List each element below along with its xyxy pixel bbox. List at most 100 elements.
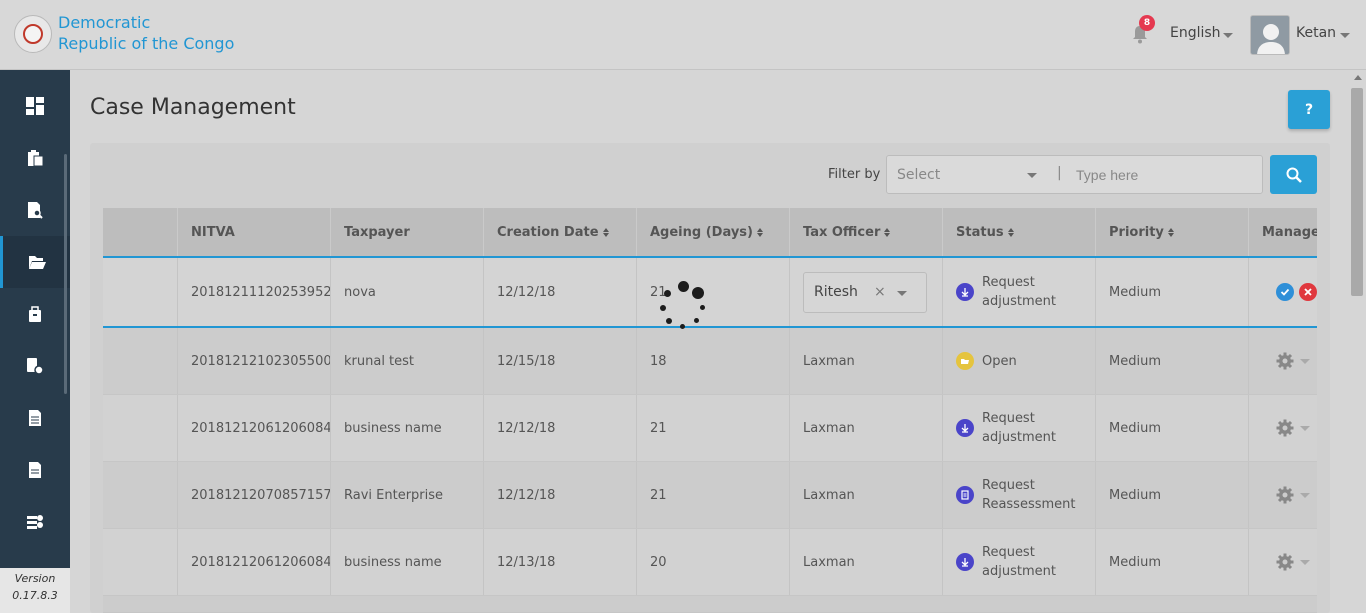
chevron-down-icon[interactable] [1300,559,1310,565]
column-label: Ageing (Days) [650,224,753,240]
avatar[interactable] [1250,15,1290,55]
column-status[interactable]: Status [942,208,1095,256]
cell-status: Request Reassessment [942,462,1082,528]
sidebar-item-document[interactable] [0,444,70,496]
status-text: Request adjustment [982,411,1056,445]
status-text: Request adjustment [982,275,1056,309]
manage-menu[interactable] [1262,486,1310,504]
gear-icon[interactable] [1276,352,1294,370]
table-row[interactable]: 20181212061206084 business name 12/13/18… [103,529,1317,596]
sort-icon[interactable] [757,228,764,237]
chevron-down-icon[interactable] [1300,358,1310,364]
sidebar-item-briefcase[interactable] [0,288,70,340]
database-user-icon [27,515,43,529]
sidebar-item-document-search[interactable] [0,184,70,236]
version-info: Version 0.17.8.3 [0,568,70,613]
column-ageing[interactable]: Ageing (Days) [636,208,789,256]
cell-priority: Medium [1095,395,1161,461]
chevron-down-icon[interactable] [1223,33,1233,38]
column-tax-officer[interactable]: Tax Officer [789,208,942,256]
column-manage: Manage [1248,208,1317,256]
sidebar-item-dashboard[interactable] [0,80,70,132]
table-row[interactable] [103,596,1317,613]
manage-menu[interactable] [1262,352,1310,370]
sidebar-item-database[interactable] [0,496,70,548]
table-header: NITVA Taxpayer Creation Date Ageing (Day… [103,208,1317,256]
chevron-down-icon[interactable] [1340,33,1350,38]
notification-badge: 8 [1139,15,1155,31]
cell-ageing: 21 [636,395,667,461]
filter-label: Filter by [828,167,881,182]
clipboard-icon [28,150,44,167]
manage-menu[interactable] [1262,419,1310,437]
cell-status: Request adjustment [942,529,1072,595]
scroll-up-icon[interactable] [1354,75,1362,80]
request-reassessment-icon [956,486,974,504]
cell-priority: Medium [1095,328,1161,394]
version-label: Version [14,572,56,585]
folder-open-icon [28,256,46,269]
column-taxpayer[interactable]: Taxpayer [330,208,483,256]
cell-nitva: 20181212061206084 [177,529,332,595]
dashboard-icon [26,97,44,115]
report-icon [29,410,41,426]
search-icon [1286,167,1302,183]
gear-icon[interactable] [1276,419,1294,437]
clear-icon[interactable]: × [874,284,886,300]
sort-icon[interactable] [603,228,610,237]
cell-manage [1248,258,1317,326]
cell-taxpayer: krunal test [330,328,414,394]
officer-select[interactable]: Ritesh × [803,271,927,313]
cell-nitva: 20181211120253952 [177,258,332,326]
filter-select[interactable]: Select [897,167,940,183]
cell-status: Open [942,328,1017,394]
table-row[interactable]: 20181212102305500 krunal test 12/15/18 1… [103,328,1317,395]
chevron-down-icon[interactable] [1027,173,1037,178]
top-header: Democratic Republic of the Congo 8 Engli… [0,0,1366,70]
sidebar-item-case-management[interactable] [0,236,70,288]
document-icon [29,462,41,478]
cell-manage [1248,462,1310,528]
user-silhouette-icon [1251,16,1289,54]
language-selector[interactable]: English [1170,25,1221,41]
cancel-icon[interactable] [1299,283,1317,301]
scrollbar-thumb[interactable] [1351,88,1363,296]
column-nitva[interactable]: NITVA [177,208,330,256]
chevron-down-icon[interactable] [897,290,907,296]
sort-icon[interactable] [1168,228,1175,237]
sidebar-item-report[interactable] [0,392,70,444]
search-input[interactable] [1076,163,1256,187]
table-row[interactable]: 20181212070857157 Ravi Enterprise 12/12/… [103,462,1317,529]
confirm-icon[interactable] [1276,283,1294,301]
sort-icon[interactable] [884,228,891,237]
table-row[interactable]: 20181212061206084 business name 12/12/18… [103,395,1317,462]
search-button[interactable] [1270,155,1317,194]
open-folder-icon [956,352,974,370]
cell-status: Request adjustment [942,258,1072,326]
chevron-down-icon[interactable] [1300,425,1310,431]
filter-separator: | [1057,165,1062,181]
gear-icon[interactable] [1276,553,1294,571]
help-button[interactable]: ? [1288,90,1330,129]
user-name[interactable]: Ketan [1296,25,1336,41]
manage-menu[interactable] [1262,553,1310,571]
loading-spinner [656,280,712,332]
gear-icon[interactable] [1276,486,1294,504]
sidebar-item-clipboard[interactable] [0,132,70,184]
status-text: Request Reassessment [982,478,1076,512]
sidebar-item-user-settings[interactable] [0,340,70,392]
column-label: Status [956,224,1004,240]
column-label: Tax Officer [803,224,881,240]
cell-ageing: 18 [636,328,667,394]
cell-date: 12/12/18 [483,462,555,528]
status-text: Open [982,353,1017,369]
column-creation-date[interactable]: Creation Date [483,208,636,256]
cell-date: 12/13/18 [483,529,555,595]
chevron-down-icon[interactable] [1300,492,1310,498]
cell-taxpayer: nova [330,258,376,326]
sidebar-scrollbar[interactable] [64,154,67,394]
column-priority[interactable]: Priority [1095,208,1248,256]
sort-icon[interactable] [1008,228,1015,237]
cell-officer: Laxman [789,529,855,595]
country-name-line2: Republic of the Congo [58,34,235,53]
